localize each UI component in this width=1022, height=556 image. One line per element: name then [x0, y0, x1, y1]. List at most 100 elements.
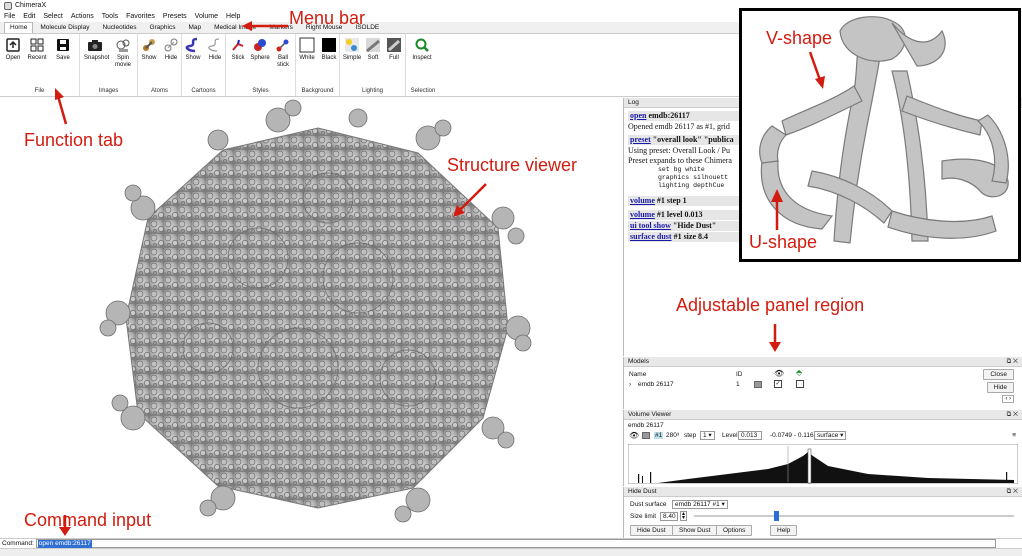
cartoons-hide-button[interactable]: Hide: [204, 37, 226, 62]
atoms-hide-icon: [164, 38, 178, 52]
menu-presets[interactable]: Presets: [163, 13, 187, 20]
open-button[interactable]: Open: [2, 37, 24, 62]
step-value: 1: [703, 432, 707, 439]
model-pin-checkbox[interactable]: [796, 380, 804, 388]
level-input[interactable]: 0.013: [738, 431, 762, 440]
arrow-command-input: [59, 515, 71, 536]
menu-select[interactable]: Select: [43, 13, 62, 20]
models-col-id: ID: [736, 371, 743, 378]
snapshot-button[interactable]: Snapshot: [84, 37, 110, 62]
atoms-hide-button[interactable]: Hide: [160, 37, 182, 62]
eye-icon[interactable]: 👁: [629, 431, 639, 440]
white-background-button[interactable]: White: [296, 37, 318, 62]
hide-dust-header: Hide Dust ⧉ ✕: [624, 487, 1022, 497]
log-link-preset[interactable]: preset: [630, 135, 651, 144]
close-button[interactable]: Close: [983, 369, 1014, 380]
menu-file[interactable]: File: [4, 13, 15, 20]
size-slider-track[interactable]: [694, 511, 1014, 521]
annotation-u-shape: U-shape: [749, 232, 818, 252]
volume-color-swatch[interactable]: [642, 432, 650, 439]
sphere-button[interactable]: Sphere: [249, 37, 271, 62]
tab-home[interactable]: Home: [4, 22, 34, 33]
help-button[interactable]: Help: [770, 525, 798, 536]
model-row-id: 1: [736, 381, 740, 388]
ball-stick-button[interactable]: Ball stick: [272, 37, 294, 69]
command-input[interactable]: open emdb:26117: [35, 539, 996, 548]
atoms-hide-label: Hide: [164, 55, 178, 61]
full-lighting-button[interactable]: Full: [383, 37, 405, 62]
group-label-atoms: Atoms: [150, 88, 168, 94]
arrow-u-shape: [771, 189, 783, 230]
menu-volume[interactable]: Volume: [195, 13, 218, 20]
model-shown-checkbox[interactable]: ✓: [774, 380, 782, 388]
hide-dust-button[interactable]: Hide Dust: [630, 525, 673, 536]
cartoon-show-icon: [185, 37, 198, 53]
menu-tools[interactable]: Tools: [102, 13, 118, 20]
spin-movie-button[interactable]: Spin movie: [112, 37, 134, 69]
atoms-show-icon: [143, 39, 155, 51]
sphere-icon: [254, 39, 266, 51]
histogram[interactable]: [628, 444, 1018, 484]
soft-lighting-icon: [366, 38, 380, 53]
models-col-name: Name: [629, 371, 647, 378]
tab-molecule-display[interactable]: Molecule Display: [34, 22, 95, 33]
model-color-swatch[interactable]: [754, 381, 762, 388]
model-row-name[interactable]: emdb 26117: [638, 381, 674, 388]
annotation-v-shape: V-shape: [766, 28, 833, 48]
menu-edit[interactable]: Edit: [23, 13, 35, 20]
menu-help[interactable]: Help: [226, 13, 240, 20]
atoms-show-button[interactable]: Show: [138, 37, 160, 62]
camera-icon: [88, 40, 102, 51]
options-button[interactable]: Options: [716, 525, 753, 536]
simple-lighting-icon: [345, 38, 359, 52]
log-link-volume[interactable]: volume: [630, 196, 655, 205]
expand-chevron-icon[interactable]: ›: [629, 381, 631, 388]
hide-button[interactable]: Hide: [986, 382, 1014, 393]
black-background-button[interactable]: Black: [318, 37, 340, 62]
show-dust-button[interactable]: Show Dust: [672, 525, 718, 536]
snapshot-label: Snapshot: [84, 55, 110, 61]
menu-favorites[interactable]: Favorites: [126, 13, 155, 20]
panel-float-close-icon[interactable]: ⧉ ✕: [1007, 410, 1018, 420]
level-marker[interactable]: [807, 448, 812, 484]
step-select[interactable]: 1 ▾: [700, 431, 715, 440]
size-limit-input[interactable]: 8.40: [660, 512, 678, 521]
menu-icon[interactable]: ≡: [1012, 432, 1016, 439]
menu-actions[interactable]: Actions: [71, 13, 94, 20]
log-link-surface-dust[interactable]: surface dust: [630, 232, 672, 241]
log-link-open[interactable]: open: [630, 111, 646, 120]
arrow-structure-viewer: [453, 183, 487, 217]
size-slider-thumb[interactable]: [774, 511, 779, 521]
dust-surface-select[interactable]: emdb 26117 #1 ▾: [672, 500, 728, 509]
save-disk-icon: [57, 39, 69, 51]
log-link-volume[interactable]: volume: [630, 210, 655, 219]
panel-float-close-icon[interactable]: ⧉ ✕: [1007, 357, 1018, 367]
panel-float-close-icon[interactable]: ⧉ ✕: [1007, 487, 1018, 497]
recent-button[interactable]: Recent: [26, 37, 48, 62]
tab-nucleotides[interactable]: Nucleotides: [96, 22, 142, 33]
log-arg: emdb:26117: [646, 111, 690, 120]
recent-grid-icon: [30, 38, 44, 52]
stick-label: Stick: [231, 55, 245, 61]
tab-graphics[interactable]: Graphics: [143, 22, 181, 33]
app-title: ChimeraX: [15, 2, 47, 9]
stick-button[interactable]: Stick: [227, 37, 249, 62]
ribbon-group-atoms: Show Hide Atoms: [138, 34, 182, 96]
volume-viewer-header: Volume Viewer ⧉ ✕: [624, 410, 1022, 420]
save-button[interactable]: Save: [52, 37, 74, 62]
inspect-button[interactable]: Inspect: [411, 37, 433, 62]
horizontal-scrollbar[interactable]: ‹ ›: [1002, 395, 1014, 403]
cartoons-show-button[interactable]: Show: [182, 37, 204, 62]
tab-map[interactable]: Map: [182, 22, 207, 33]
style-select[interactable]: surface ▾: [814, 431, 847, 440]
command-text: open emdb:26117: [37, 540, 92, 548]
log-arg: #1 step 1: [654, 196, 687, 205]
soft-lighting-button[interactable]: Soft: [362, 37, 384, 62]
group-label-lighting: Lighting: [361, 88, 384, 94]
black-swatch-icon: [322, 38, 336, 52]
soft-label: Soft: [367, 55, 379, 61]
size-spinner[interactable]: ▴ ▾: [680, 511, 688, 521]
full-label: Full: [389, 55, 399, 61]
simple-lighting-button[interactable]: Simple: [341, 37, 363, 62]
log-link-ui-tool[interactable]: ui tool show: [630, 221, 671, 230]
